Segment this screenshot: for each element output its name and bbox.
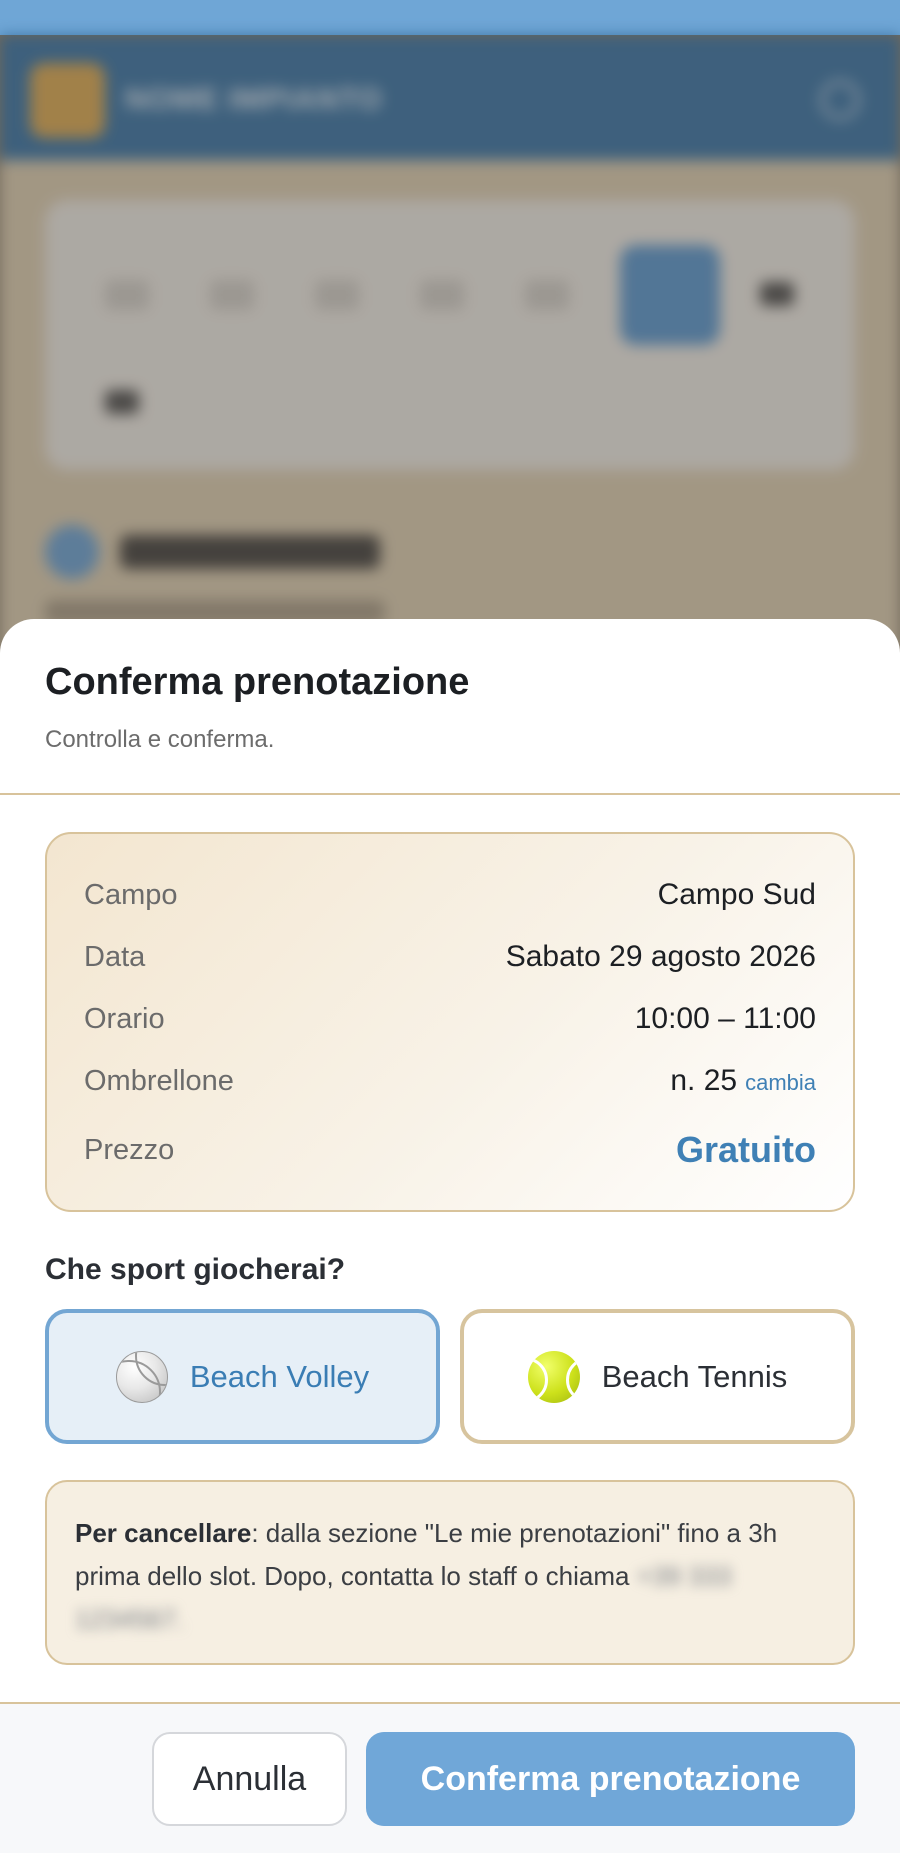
- summary-value: 10:00 – 11:00: [634, 1002, 816, 1035]
- notice-bold: Per cancellare: [75, 1518, 252, 1548]
- sheet-subtitle: Controlla e conferma.: [45, 726, 275, 753]
- volleyball-icon: [115, 1350, 168, 1403]
- tennis-ball-icon: [527, 1350, 580, 1403]
- status-bar: [0, 0, 900, 35]
- summary-value: Sabato 29 agosto 2026: [505, 940, 816, 973]
- cancellation-notice: Per cancellare: dalla sezione "Le mie pr…: [45, 1480, 855, 1665]
- summary-value-group: n. 25 cambia: [670, 1064, 816, 1098]
- summary-row-ombrellone: Ombrellone n. 25 cambia: [84, 1050, 816, 1112]
- booking-summary: Campo Campo Sud Data Sabato 29 agosto 20…: [45, 832, 855, 1212]
- summary-label: Prezzo: [84, 1133, 175, 1166]
- sport-option-beach-tennis[interactable]: Beach Tennis: [460, 1309, 855, 1444]
- summary-label: Campo: [84, 878, 178, 911]
- summary-row-data: Data Sabato 29 agosto 2026: [84, 926, 816, 988]
- summary-row-orario: Orario 10:00 – 11:00: [84, 988, 816, 1050]
- price-value: Gratuito: [676, 1129, 816, 1170]
- cancel-button[interactable]: Annulla: [152, 1732, 347, 1826]
- sport-question: Che sport giocherai?: [45, 1253, 346, 1286]
- sport-option-label: Beach Tennis: [601, 1358, 788, 1394]
- summary-row-prezzo: Prezzo Gratuito: [84, 1112, 816, 1188]
- summary-label: Data: [84, 940, 146, 973]
- confirm-booking-button[interactable]: Conferma prenotazione: [366, 1732, 855, 1826]
- summary-label: Ombrellone: [84, 1064, 234, 1097]
- booking-confirm-sheet: Conferma prenotazione Controlla e confer…: [0, 619, 900, 1853]
- sheet-header: Conferma prenotazione Controlla e confer…: [0, 619, 900, 795]
- change-umbrella-link[interactable]: cambia: [745, 1070, 816, 1095]
- sport-option-label: Beach Volley: [189, 1358, 370, 1394]
- summary-value: Campo Sud: [657, 878, 816, 911]
- summary-value: n. 25: [670, 1064, 738, 1097]
- sport-option-beach-volley[interactable]: Beach Volley: [45, 1309, 440, 1444]
- summary-label: Orario: [84, 1002, 165, 1035]
- summary-row-campo: Campo Campo Sud: [84, 864, 816, 926]
- sheet-title: Conferma prenotazione: [45, 661, 470, 703]
- sheet-footer: Annulla Conferma prenotazione: [0, 1702, 900, 1853]
